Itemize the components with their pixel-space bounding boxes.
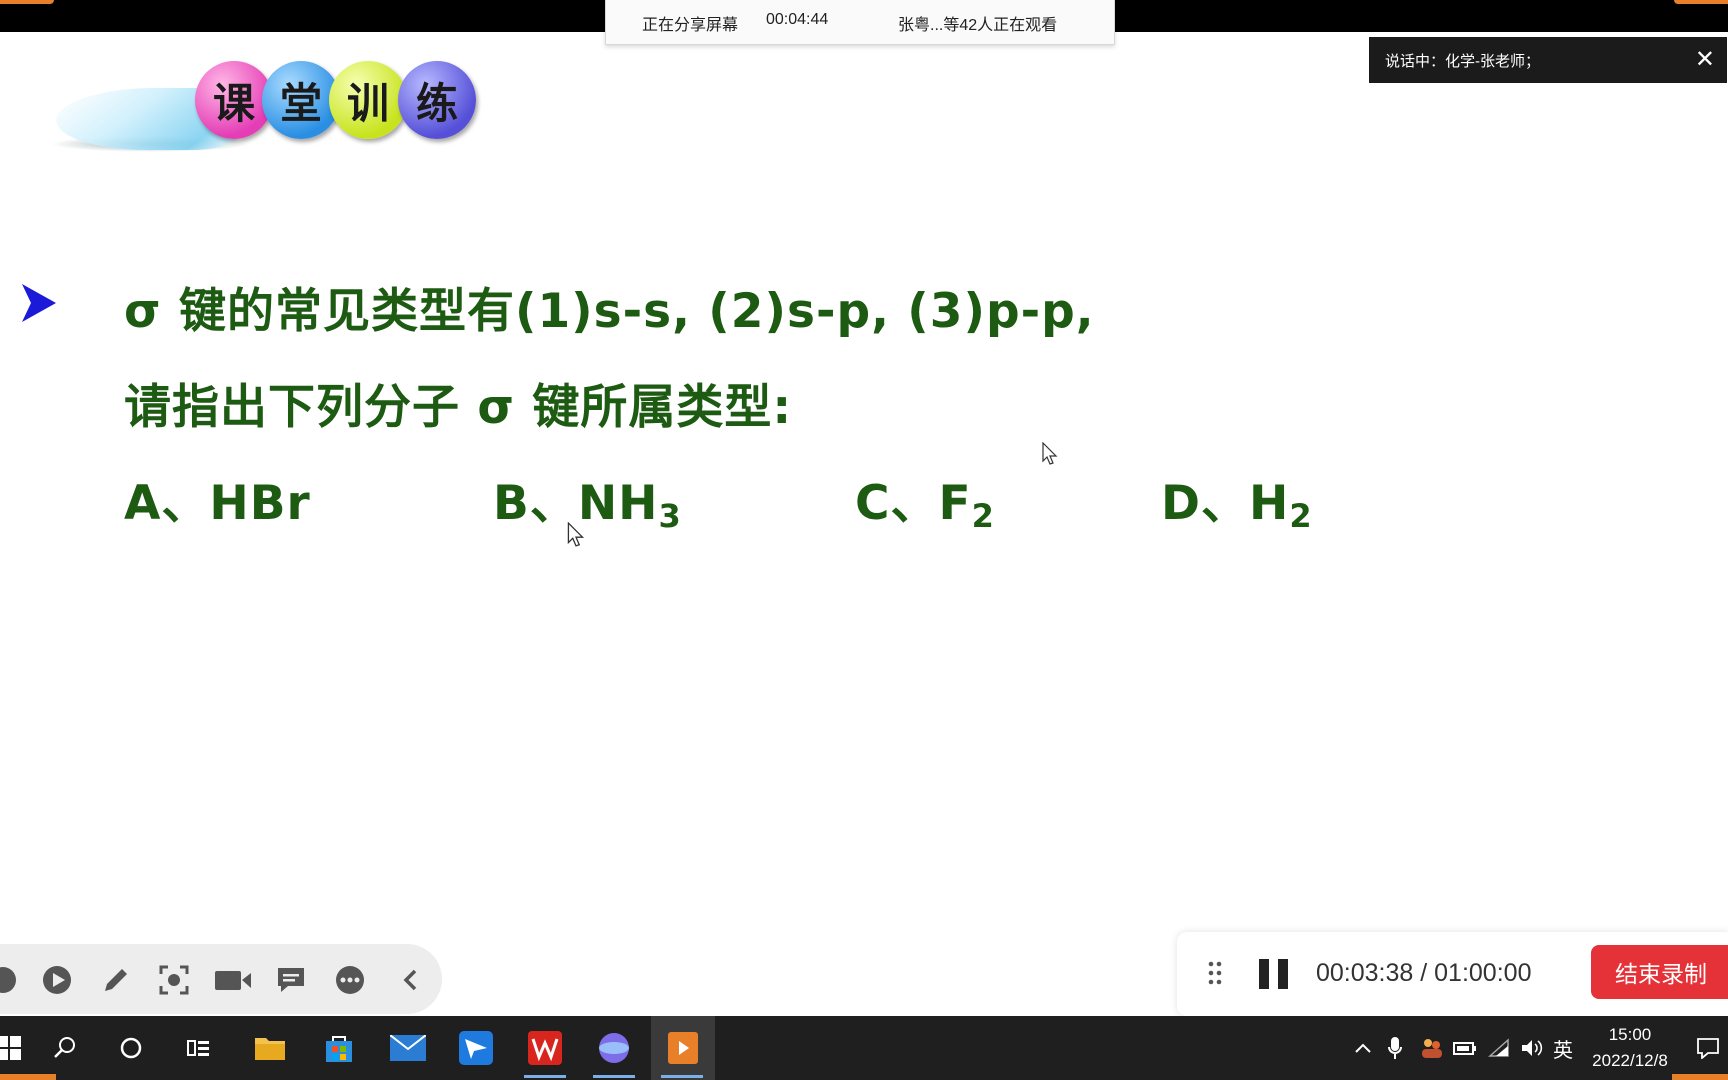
taskbar: 英 15:00 2022/12/8 [0,1016,1728,1080]
record-icon[interactable] [0,965,18,995]
task-view-icon[interactable] [167,1016,229,1080]
mail-icon[interactable] [377,1016,439,1080]
clock-time: 15:00 [1608,1025,1652,1044]
option-a: A、HBr [124,476,311,531]
network-icon[interactable] [1488,1016,1510,1080]
browser-icon[interactable] [583,1016,645,1080]
speaking-label: 说话中：化学-张老师； [1385,53,1540,70]
microphone-icon[interactable] [1388,1016,1402,1080]
people-icon[interactable] [1420,1016,1444,1080]
question-line-2: 请指出下列分子 σ 键所属类型: [124,380,793,435]
option-c: C、F2 [855,476,995,535]
share-status: 正在分享屏幕 [642,17,739,34]
search-icon[interactable] [34,1016,96,1080]
more-icon[interactable] [335,965,365,995]
collapse-icon[interactable] [396,965,426,995]
share-timer: 00:04:44 [766,11,829,28]
option-b: B、NH3 [493,476,682,535]
annotation-toolbar [0,944,442,1014]
viewer-count[interactable]: 张粤...等42人正在观看 [898,11,1057,35]
mouse-cursor-icon [1042,442,1058,465]
feishu-icon[interactable] [445,1016,507,1080]
pen-icon[interactable] [101,965,131,995]
edge-accent [1674,0,1728,4]
banner-char: 练 [398,61,476,139]
banner-char: 训 [329,61,407,139]
battery-icon[interactable] [1453,1016,1477,1080]
show-hidden-icons[interactable] [1354,1016,1372,1080]
camera-icon[interactable] [214,965,252,995]
recording-panel: 00:03:38 / 01:00:00 结束录制 [1177,932,1728,1016]
mouse-cursor-icon [567,522,585,547]
screen-share-bar[interactable]: 正在分享屏幕 00:04:44 张粤...等42人正在观看 [605,0,1115,45]
slideshow-app-icon[interactable] [651,1016,715,1080]
wps-icon[interactable] [514,1016,576,1080]
play-icon[interactable] [42,965,72,995]
file-explorer-icon[interactable] [239,1016,301,1080]
clock-date: 2022/12/8 [1592,1051,1668,1070]
store-icon[interactable] [308,1016,370,1080]
end-recording-button[interactable]: 结束录制 [1591,945,1728,999]
screenshot-icon[interactable] [159,965,189,995]
notification-icon[interactable] [1696,1016,1720,1080]
running-indicator [593,1075,635,1078]
recording-timer: 00:03:38 / 01:00:00 [1316,959,1532,987]
close-icon[interactable]: ✕ [1695,45,1715,74]
clock[interactable]: 15:00 2022/12/8 [1575,1022,1685,1074]
running-indicator [661,1075,703,1078]
chat-icon[interactable] [276,965,306,995]
running-indicator [524,1075,566,1078]
edge-accent [0,0,54,4]
input-method[interactable]: 英 [1553,1016,1573,1080]
drag-handle-icon[interactable] [1207,960,1223,986]
question-line-1: σ 键的常见类型有(1)s-s, (2)s-p, (3)p-p, [124,284,1095,339]
slide-banner: 课 堂 训 练 [45,58,490,158]
edge-accent [1672,1074,1728,1080]
speaking-indicator: 说话中：化学-张老师； ✕ [1369,37,1727,83]
cortana-icon[interactable] [100,1016,162,1080]
edge-accent [0,1074,56,1080]
bullet-arrow-icon [22,284,56,322]
volume-icon[interactable] [1520,1016,1544,1080]
option-d: D、H2 [1161,476,1313,535]
pause-icon[interactable] [1257,958,1291,990]
